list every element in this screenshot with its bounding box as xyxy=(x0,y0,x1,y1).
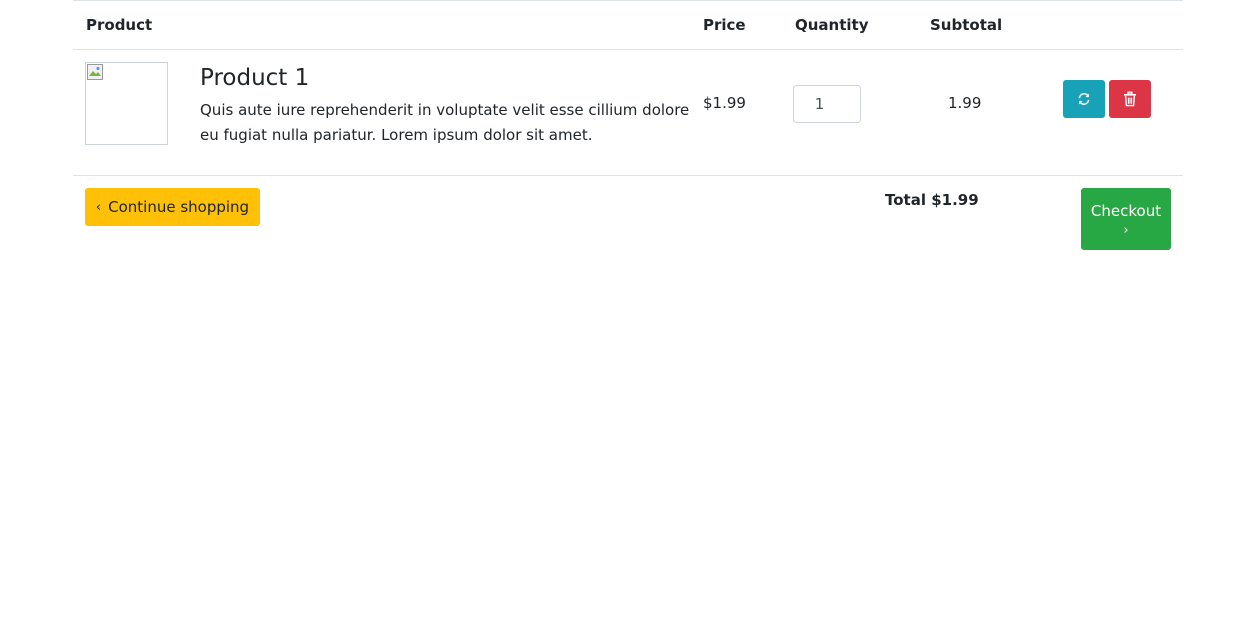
product-subtotal: 1.99 xyxy=(948,94,982,112)
checkout-button[interactable]: Checkout › xyxy=(1081,188,1171,250)
table-top-border xyxy=(73,0,1183,1)
chevron-right-icon: › xyxy=(1123,223,1129,238)
continue-shopping-label: Continue shopping xyxy=(108,198,250,216)
quantity-input[interactable] xyxy=(793,85,861,123)
header-price: Price xyxy=(703,16,746,34)
checkout-label: Checkout xyxy=(1090,202,1162,220)
header-subtotal: Subtotal xyxy=(930,16,1003,34)
cart-total: Total $1.99 xyxy=(885,191,979,209)
row-divider xyxy=(73,175,1183,176)
chevron-left-icon: ‹ xyxy=(95,199,102,215)
product-image xyxy=(85,62,168,145)
header-product: Product xyxy=(86,16,153,34)
trash-icon xyxy=(1124,91,1136,107)
delete-button[interactable] xyxy=(1109,80,1151,118)
refresh-icon xyxy=(1078,93,1090,105)
refresh-button[interactable] xyxy=(1063,80,1105,118)
product-description: Quis aute iure reprehenderit in voluptat… xyxy=(200,101,690,144)
product-title: Product 1 xyxy=(200,65,310,91)
broken-image-icon xyxy=(87,64,103,80)
header-quantity: Quantity xyxy=(795,16,869,34)
cart-table: Product Price Quantity Subtotal Product … xyxy=(73,0,1183,260)
product-price: $1.99 xyxy=(703,94,746,112)
header-divider xyxy=(73,49,1183,50)
continue-shopping-button[interactable]: ‹ Continue shopping xyxy=(85,188,260,226)
